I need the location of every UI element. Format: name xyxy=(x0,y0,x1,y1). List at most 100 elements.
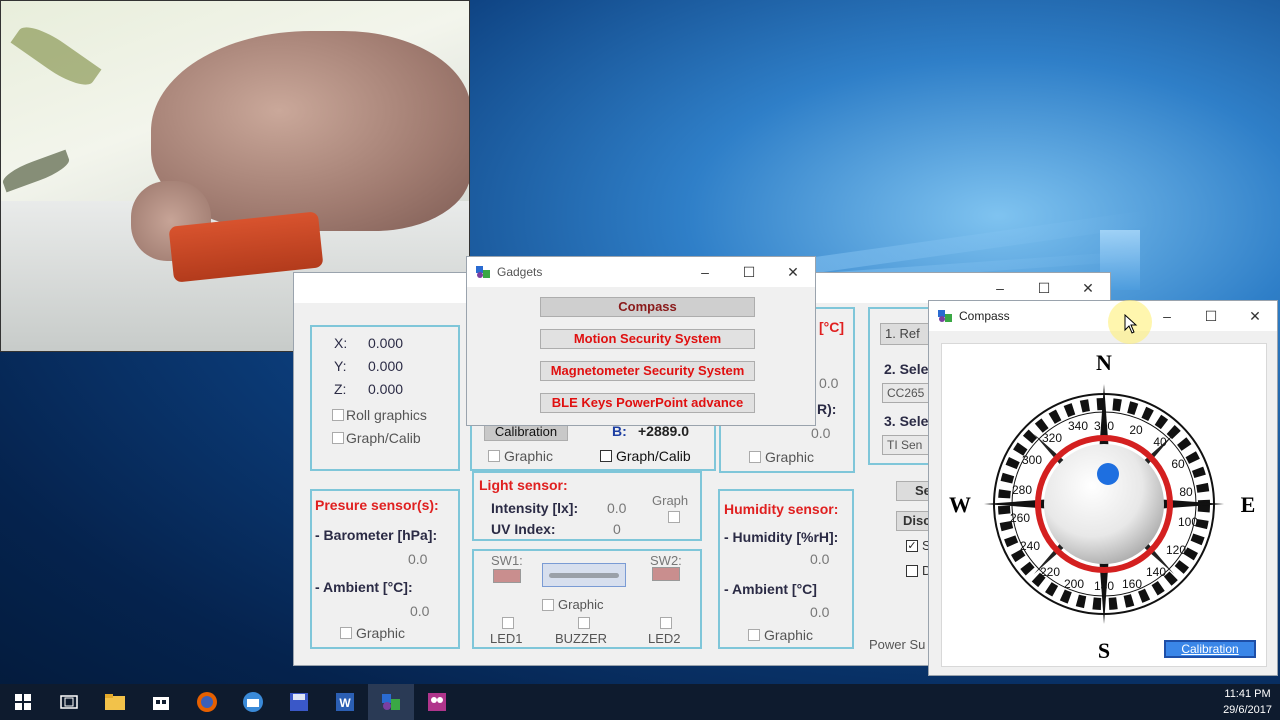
pressure-title: Presure sensor(s): xyxy=(315,497,439,513)
graphic-humidity-checkbox[interactable] xyxy=(748,629,760,641)
graphic-checkbox[interactable] xyxy=(488,450,500,462)
step3-label: 3. Sele xyxy=(884,413,929,429)
app-icon xyxy=(938,310,952,322)
firefox-icon xyxy=(197,692,217,712)
start-button[interactable] xyxy=(0,684,46,720)
magnetometer-security-button[interactable]: Magnetometer Security System xyxy=(540,361,755,381)
minimize-button[interactable]: – xyxy=(1145,301,1189,331)
sensortag-app-icon xyxy=(382,694,400,710)
compass-rose: N S E W 340 360 20 40 60 80 100 120 140 … xyxy=(949,350,1256,663)
file-explorer-button[interactable] xyxy=(92,684,138,720)
compass-calibration-button[interactable]: Calibration xyxy=(1164,640,1256,658)
buzzer-label: BUZZER xyxy=(555,631,607,646)
reed-relay-glass xyxy=(549,573,619,578)
sw1-indicator xyxy=(493,569,521,583)
degree-label: 200 xyxy=(1064,577,1084,591)
close-button[interactable]: ✕ xyxy=(1066,273,1110,303)
save-app-button[interactable] xyxy=(276,684,322,720)
team-app-button[interactable] xyxy=(414,684,460,720)
plant-leaf xyxy=(1,149,73,193)
uv-value: 0 xyxy=(613,521,621,537)
ir-label: R): xyxy=(817,401,837,417)
graphic-temp-label: Graphic xyxy=(765,449,815,465)
mouse-cursor-icon xyxy=(1124,314,1138,334)
d-option-checkbox[interactable] xyxy=(906,565,918,577)
y-label: Y: xyxy=(334,358,347,374)
degree-label: 140 xyxy=(1146,565,1166,579)
close-button[interactable]: ✕ xyxy=(771,257,815,287)
maximize-button[interactable]: ☐ xyxy=(727,257,771,287)
ir-value: 0.0 xyxy=(811,425,831,441)
east-label: E xyxy=(1241,492,1256,517)
task-view-button[interactable] xyxy=(46,684,92,720)
graphic-label: Graphic xyxy=(504,448,554,464)
temp-unit-label: [°C] xyxy=(819,319,845,335)
word-button[interactable]: W xyxy=(322,684,368,720)
firefox-button[interactable] xyxy=(184,684,230,720)
degree-label: 60 xyxy=(1171,457,1185,471)
compass-title: Compass xyxy=(959,309,1010,323)
minimize-button[interactable]: – xyxy=(683,257,727,287)
word-icon: W xyxy=(336,693,354,711)
graph-calib-checkbox-2[interactable] xyxy=(600,450,612,462)
graphic-switch-checkbox[interactable] xyxy=(542,599,554,611)
connection-panel: 1. Ref 2. Sele CC265 3. Sele TI Sen xyxy=(868,307,942,465)
led1-checkbox[interactable] xyxy=(502,617,514,629)
roll-graphics-checkbox[interactable] xyxy=(332,409,344,421)
graph-calib-label: Graph/Calib xyxy=(346,430,421,446)
maximize-button[interactable]: ☐ xyxy=(1022,273,1066,303)
barometer-value: 0.0 xyxy=(408,551,428,567)
store-button[interactable] xyxy=(138,684,184,720)
x-label: X: xyxy=(334,335,348,351)
ambient-value: 0.0 xyxy=(410,603,430,619)
s-option-checkbox[interactable]: ✓ xyxy=(906,540,918,552)
sw1-label: SW1: xyxy=(491,553,523,568)
degree-label: 320 xyxy=(1042,431,1062,445)
team-app-icon xyxy=(428,693,446,711)
barometer-label: - Barometer [hPa]: xyxy=(315,527,438,543)
humidity-panel: Humidity sensor: - Humidity [%rH]: 0.0 -… xyxy=(718,489,854,649)
west-label: W xyxy=(949,492,971,517)
degree-label: 280 xyxy=(1012,483,1032,497)
degree-label: 40 xyxy=(1153,435,1167,449)
buzzer-checkbox[interactable] xyxy=(578,617,590,629)
degree-label: 160 xyxy=(1122,577,1142,591)
motion-security-button[interactable]: Motion Security System xyxy=(540,329,755,349)
sensortag-app-button[interactable] xyxy=(368,684,414,720)
svg-text:W: W xyxy=(339,696,351,710)
clock-time: 11:41 PM xyxy=(1224,688,1271,700)
south-label: S xyxy=(1098,638,1110,663)
ambient-humidity-value: 0.0 xyxy=(810,604,830,620)
graphic-pressure-checkbox[interactable] xyxy=(340,627,352,639)
compass-button[interactable]: Compass xyxy=(540,297,755,317)
gadgets-titlebar: Gadgets – ☐ ✕ xyxy=(467,257,815,287)
close-button[interactable]: ✕ xyxy=(1233,301,1277,331)
folder-icon xyxy=(105,694,125,710)
graph-light-checkbox[interactable] xyxy=(668,511,680,523)
compass-sphere xyxy=(1044,444,1164,564)
graph-calib-checkbox[interactable] xyxy=(332,432,344,444)
maximize-button[interactable]: ☐ xyxy=(1189,301,1233,331)
thunderbird-icon xyxy=(243,692,263,712)
led2-checkbox[interactable] xyxy=(660,617,672,629)
plant-leaf xyxy=(10,17,102,95)
ble-keys-button[interactable]: BLE Keys PowerPoint advance xyxy=(540,393,755,413)
light-panel: Light sensor: Intensity [lx]: 0.0 UV Ind… xyxy=(472,471,702,541)
graphic-temp-checkbox[interactable] xyxy=(749,451,761,463)
power-supply-label: Power Su xyxy=(869,637,926,652)
minimize-button[interactable]: – xyxy=(978,273,1022,303)
uv-label: UV Index: xyxy=(491,521,556,537)
temp-value: 0.0 xyxy=(819,375,839,391)
degree-label: 120 xyxy=(1166,543,1186,557)
degree-label: 240 xyxy=(1020,539,1040,553)
ambient-label: - Ambient [°C]: xyxy=(315,579,413,595)
graphic-humidity-label: Graphic xyxy=(764,627,814,643)
windows-icon xyxy=(15,694,31,710)
degree-label: 340 xyxy=(1068,419,1088,433)
graph-calib-label-2: Graph/Calib xyxy=(616,448,691,464)
thunderbird-button[interactable] xyxy=(230,684,276,720)
led1-label: LED1 xyxy=(490,631,523,646)
compass-window: Compass – ☐ ✕ N S E W 340 360 20 40 60 8… xyxy=(928,300,1278,676)
compass-canvas: N S E W 340 360 20 40 60 80 100 120 140 … xyxy=(941,343,1267,667)
system-clock[interactable]: 11:41 PM 29/6/2017 xyxy=(1223,686,1272,718)
